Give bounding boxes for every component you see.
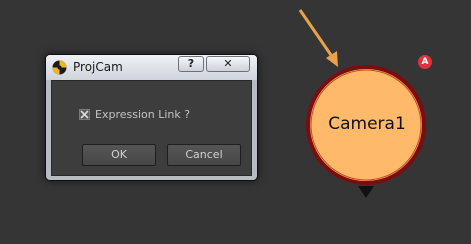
expression-link-row[interactable]: Expression Link ? xyxy=(79,107,190,121)
input-arrow-line xyxy=(298,9,335,59)
help-icon: ? xyxy=(187,57,195,70)
node-badge-letter: A xyxy=(421,57,429,67)
projcam-dialog: ProjCam ? ✕ Expression Link ? OK Cancel xyxy=(45,54,258,181)
ok-button[interactable]: OK xyxy=(82,144,156,166)
dialog-titlebar[interactable]: ProjCam ? ✕ xyxy=(46,55,257,80)
expression-link-checkbox[interactable] xyxy=(79,108,90,120)
help-button[interactable]: ? xyxy=(178,56,204,72)
expression-link-label: Expression Link ? xyxy=(95,107,191,121)
dialog-title: ProjCam xyxy=(73,60,123,74)
input-arrow-head xyxy=(326,51,338,67)
check-icon xyxy=(80,109,89,119)
cancel-button[interactable]: Cancel xyxy=(167,144,241,166)
close-button[interactable]: ✕ xyxy=(206,56,250,72)
close-icon: ✕ xyxy=(223,57,233,70)
nuke-app-icon xyxy=(52,60,67,75)
output-connector-icon[interactable] xyxy=(358,186,374,198)
node-label: Camera1 xyxy=(328,114,406,134)
